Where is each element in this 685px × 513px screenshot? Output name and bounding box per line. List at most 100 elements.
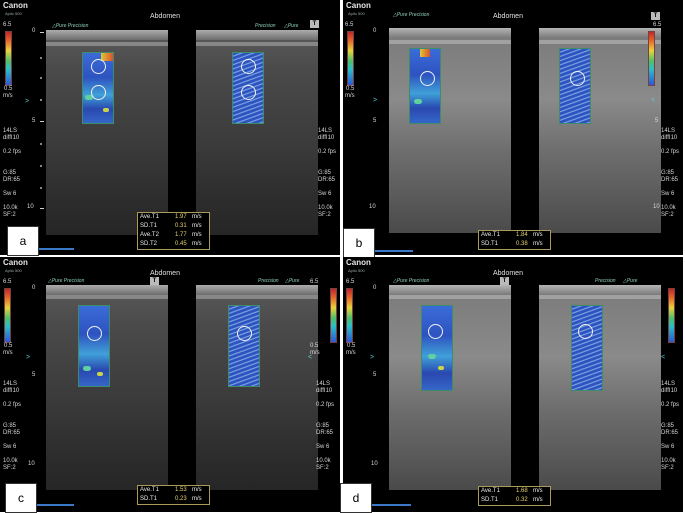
panel-b: Canon Aplio 500 Abdomen △Pure Precision … [343,0,683,255]
panel-label-b: b [343,228,375,258]
model-name: Aplio 500 [5,11,22,16]
params-right: 14LS diffI10 0.2 fps G:85 DR:65 Sw 6 10.0k… [318,128,337,218]
colorbar-min: 0.5 [4,343,13,349]
measurement-row: Ave.T1 1.84 m/s [481,232,543,238]
measurement-row: SD.T1 0.38 m/s [481,241,543,247]
ultrasound-image-right [539,28,661,233]
velocity-colorbar-right [648,31,655,86]
brand-logo: Canon [346,258,371,267]
measurement-box: Ave.T1 1.84 m/s SD.T1 0.38 m/s [478,230,551,250]
measurement-row: SD.T2 0.45 m/s [140,241,202,247]
measurement-circle-t1 [428,324,443,339]
exam-title: Abdomen [493,13,523,20]
measurement-box: Ave.T1 1.53 m/s SD.T1 0.23 m/s [137,485,210,505]
exam-title: Abdomen [493,270,523,277]
pure-precision-label: △Pure Precision [52,23,89,29]
focus-marker-icon: > [370,354,375,361]
focus-marker-icon: < [651,97,656,104]
measurement-circle-t1 [578,324,593,339]
depth-ten-right: 10 [653,204,660,210]
progress-bar [371,504,411,506]
ultrasound-image-right [196,285,318,490]
brand-logo: Canon [3,1,28,10]
depth-five: 5 [373,118,377,124]
precision-label: Precision [258,278,279,284]
focus-marker-icon: > [25,98,30,105]
pure-label: △Pure [623,278,638,284]
measurement-row: Ave.T1 1.97 m/s [140,214,202,220]
t-button[interactable]: T [651,12,660,20]
propagation-roi [571,305,603,391]
measurement-circle-t1 [420,71,435,86]
colorbar-max: 6.5 [345,22,354,28]
ultrasound-image-left [46,30,168,235]
params-left: 14LS diffI10 0.2 fps G:85 DR:65 Sw 6 10.0k… [3,128,22,218]
depth-five: 5 [373,372,377,378]
measurement-box: Ave.T1 1.68 m/s SD.T1 0.32 m/s [478,486,551,506]
precision-label: Precision [255,23,276,29]
t-button[interactable]: T [150,277,159,285]
model-name: Aplio 500 [5,268,22,273]
depth-ten: 10 [28,461,35,467]
depth-zero: 0 [373,28,377,34]
elastography-roi [82,52,114,124]
t-button[interactable]: T [310,20,319,28]
ultrasound-image-left [389,285,511,490]
measurement-box: Ave.T1 1.97 m/s SD.T1 0.31 m/s Ave.T2 1.77 m/s… [137,212,210,250]
focus-marker-icon: > [26,354,31,361]
brand-logo: Canon [346,1,371,10]
depth-ten: 10 [27,204,34,210]
colorbar-max: 6.5 [3,22,12,28]
panel-label-a: a [7,226,39,256]
colorbar-unit: m/s [3,350,13,356]
panel-label-c: c [5,483,37,513]
depth-ten: 10 [369,204,376,210]
pure-label: △Pure [284,23,299,29]
colorbar-unit: m/s [346,350,356,356]
colorbar-max-right: 6.5 [653,22,662,28]
elastography-roi [78,305,110,387]
depth-five: 5 [32,372,36,378]
focus-marker-icon: < [308,354,313,361]
colorbar-max: 6.5 [3,279,12,285]
measurement-row: SD.T1 0.23 m/s [140,496,202,502]
velocity-colorbar [4,288,11,343]
colorbar-unit: m/s [345,93,355,99]
velocity-colorbar [5,31,12,86]
velocity-colorbar [346,288,353,343]
colorbar-min-right: 0.5 [310,343,319,349]
t-button[interactable]: T [500,277,509,285]
measurement-circle-t2 [241,85,256,100]
elastography-roi [409,48,441,124]
propagation-roi [559,48,591,124]
progress-bar [34,504,74,506]
colorbar-min: 0.5 [347,343,356,349]
pure-precision-label: △Pure Precision [48,278,85,284]
depth-zero: 0 [373,285,377,291]
progress-bar [34,248,74,250]
propagation-roi [228,305,260,387]
params-right: 14LS diffI10 0.2 fps G:85 DR:65 Sw 6 10.0k… [661,381,680,471]
panel-d: Canon Aplio 500 Abdomen △Pure Precision … [343,257,683,512]
velocity-colorbar-right [668,288,675,343]
measurement-row: Ave.T1 1.68 m/s [481,488,543,494]
measurement-row: SD.T1 0.32 m/s [481,497,543,503]
elastography-roi [421,305,453,391]
depth-five: 5 [32,118,36,124]
velocity-colorbar [347,31,354,86]
measurement-circle-t2 [91,85,106,100]
velocity-colorbar-right [330,288,337,343]
panel-c: Canon Aplio 500 Abdomen △Pure Precision … [0,257,340,512]
measurement-circle-t1 [570,71,585,86]
measurement-row: Ave.T1 1.53 m/s [140,487,202,493]
params-right: 14LS diffI10 0.2 fps G:85 DR:65 Sw 6 10.0k… [661,128,680,218]
colorbar-unit: m/s [3,93,13,99]
brand-logo: Canon [3,258,28,267]
depth-zero: 0 [32,28,36,34]
colorbar-max-right: 6.5 [310,279,319,285]
precision-label: Precision [595,278,616,284]
panel-label-d: d [340,483,372,513]
measurement-row: SD.T1 0.31 m/s [140,223,202,229]
params-right: 14LS diffI10 0.2 fps G:85 DR:65 Sw 6 10.0k… [316,381,335,471]
focus-marker-icon: > [373,97,378,104]
